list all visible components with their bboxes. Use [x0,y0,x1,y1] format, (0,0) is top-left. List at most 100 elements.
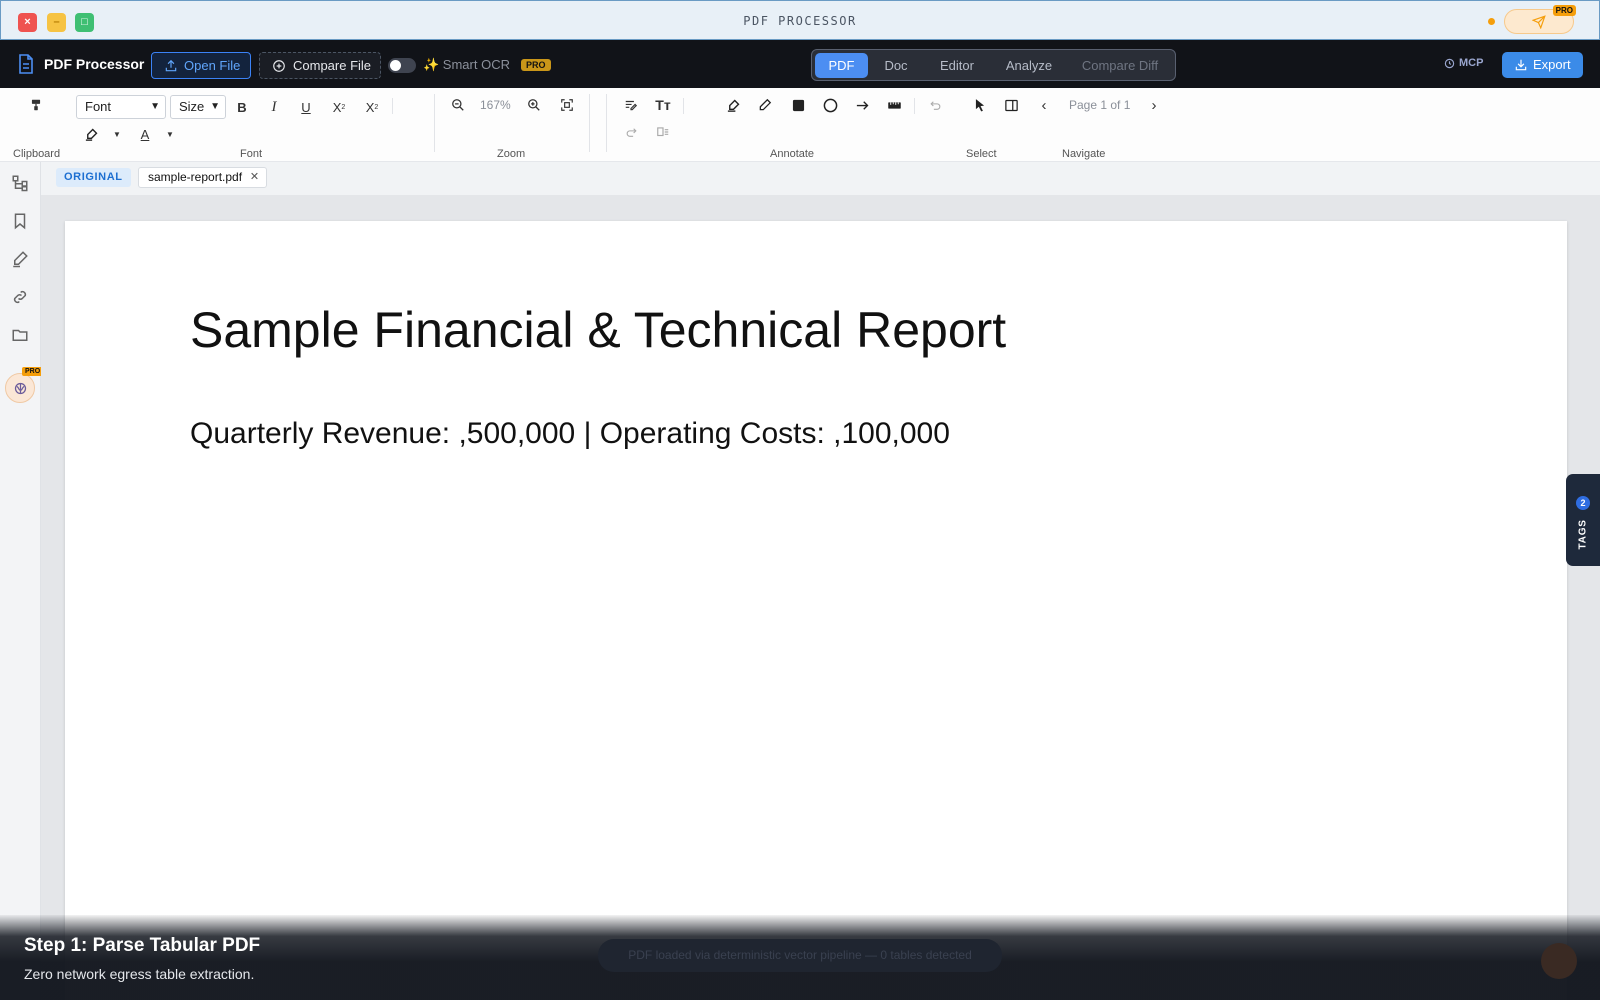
file-tab[interactable]: sample-report.pdf ✕ [138,167,268,188]
circle-tool-button[interactable] [818,94,842,116]
group-label-font: Font [240,148,263,160]
undo-button[interactable] [923,94,947,116]
mode-tab-doc[interactable]: Doc [871,53,921,78]
fit-screen-icon [561,99,573,111]
undo-icon [929,100,940,110]
redo-button[interactable] [619,121,643,143]
underline-button[interactable]: U [294,96,318,118]
pen-tool-button[interactable] [753,94,777,116]
tags-panel-tab[interactable]: 2 TAGS [1566,474,1600,566]
font-family-select[interactable]: Font ▼ [76,95,166,119]
measure-tool-button[interactable] [882,94,906,116]
mode-tab-compare-diff[interactable]: Compare Diff [1070,53,1170,78]
ai-assistant-button[interactable]: PRO [5,367,44,403]
font-select-value: Font [85,99,112,114]
mode-tab-analyze[interactable]: Analyze [993,53,1065,78]
smart-ocr-toggle[interactable] [388,58,416,73]
rectangle-tool-button[interactable] [786,94,810,116]
highlighter-icon [727,99,739,112]
redo-icon [626,127,637,137]
bookmark-icon[interactable] [11,212,29,230]
select-tool-button[interactable] [968,94,992,116]
circle-icon [823,98,837,112]
highlight-color-button[interactable] [79,123,103,145]
edit-text-button[interactable] [619,94,643,116]
text-color-dropdown[interactable]: ▼ [158,123,182,145]
signature-icon[interactable] [11,250,29,268]
window-titlebar: × – □ PDF PROCESSOR PRO [0,0,1600,40]
toggle-knob [390,60,401,71]
status-dot [1488,18,1495,25]
close-icon[interactable]: ✕ [250,168,259,187]
step-subtitle: Zero network egress table extraction. [24,966,255,982]
italic-button[interactable]: I [262,96,286,118]
text-size-button[interactable]: Tт [651,94,675,116]
size-select-value: Size [179,99,205,114]
smart-ocr-label: ✨ Smart OCR [423,57,510,72]
highlight-tool-button[interactable] [721,94,745,116]
zoom-in-button[interactable] [522,94,546,116]
chevron-down-icon: ▼ [150,101,160,112]
arrow-tool-button[interactable] [850,94,874,116]
window-title: PDF PROCESSOR [743,14,857,28]
text-color-button[interactable]: A [133,123,157,145]
highlight-dropdown[interactable]: ▼ [105,123,129,145]
step-caption-overlay: Step 1: Parse Tabular PDF Zero network e… [0,915,1600,1000]
brain-icon [14,382,27,395]
subscript-button[interactable]: X2 [360,96,384,118]
superscript-button[interactable]: X2 [327,96,351,118]
paint-brush-icon [31,99,41,111]
status-toast: PDF loaded via deterministic vector pipe… [598,939,1002,972]
separator [589,94,590,152]
format-painter-button[interactable] [24,94,48,116]
structure-tree-icon[interactable] [11,174,29,192]
mcp-button[interactable]: MCP [1459,57,1483,69]
zoom-out-button[interactable] [446,94,470,116]
open-file-button[interactable]: Open File [151,52,251,79]
document-icon [19,54,33,74]
group-label-zoom: Zoom [497,148,526,160]
link-icon[interactable] [11,288,29,306]
export-button[interactable]: Export [1502,52,1583,78]
send-button[interactable]: PRO [1504,5,1576,34]
fit-page-button[interactable] [555,94,579,116]
folder-icon[interactable] [11,326,29,344]
group-label-navigate: Navigate [1062,148,1106,160]
cursor-icon [975,99,985,112]
bold-button[interactable]: B [230,96,254,118]
separator [392,98,393,114]
ruler-icon [887,101,901,109]
document-text-line: Quarterly Revenue: ,500,000 | Operating … [190,417,950,450]
font-size-select[interactable]: Size ▼ [170,95,226,119]
document-title: Sample Financial & Technical Report [190,302,1007,358]
next-page-button[interactable]: › [1142,94,1166,116]
separator [606,94,607,152]
clock-icon [1444,58,1455,69]
separator [434,94,435,152]
panel-icon [1004,99,1018,111]
pdf-page[interactable]: Sample Financial & Technical Report Quar… [65,221,1567,1000]
group-label-annotate: Annotate [770,148,815,160]
arrow-right-icon [856,100,868,110]
mode-tab-pdf[interactable]: PDF [815,53,868,78]
file-tab-label: sample-report.pdf [148,170,243,184]
floating-action-button[interactable] [1541,943,1577,979]
separator [683,98,684,114]
chevron-down-icon: ▼ [210,101,220,112]
sidebar-toggle-button[interactable] [999,94,1023,116]
square-icon [792,99,804,111]
ribbon-toolbar: Clipboard Font ▼ Size ▼ B I U X2 X2 ▼ A ▼ … [0,88,1600,162]
plus-circle-icon [273,60,285,72]
open-file-label: Open File [184,58,241,73]
step-title: Step 1: Parse Tabular PDF [24,935,261,956]
clear-icon [657,127,669,137]
compare-file-label: Compare File [293,58,372,73]
mode-switcher: PDF Doc Editor Analyze Compare Diff [811,49,1176,81]
zoom-level: 167% [480,98,511,112]
compare-file-button[interactable]: Compare File [259,52,381,79]
mode-tab-editor[interactable]: Editor [925,53,989,78]
send-icon [1531,15,1546,30]
prev-page-button[interactable]: ‹ [1032,94,1056,116]
left-tool-rail: PRO [0,162,44,1000]
clear-annotations-button[interactable] [651,121,675,143]
